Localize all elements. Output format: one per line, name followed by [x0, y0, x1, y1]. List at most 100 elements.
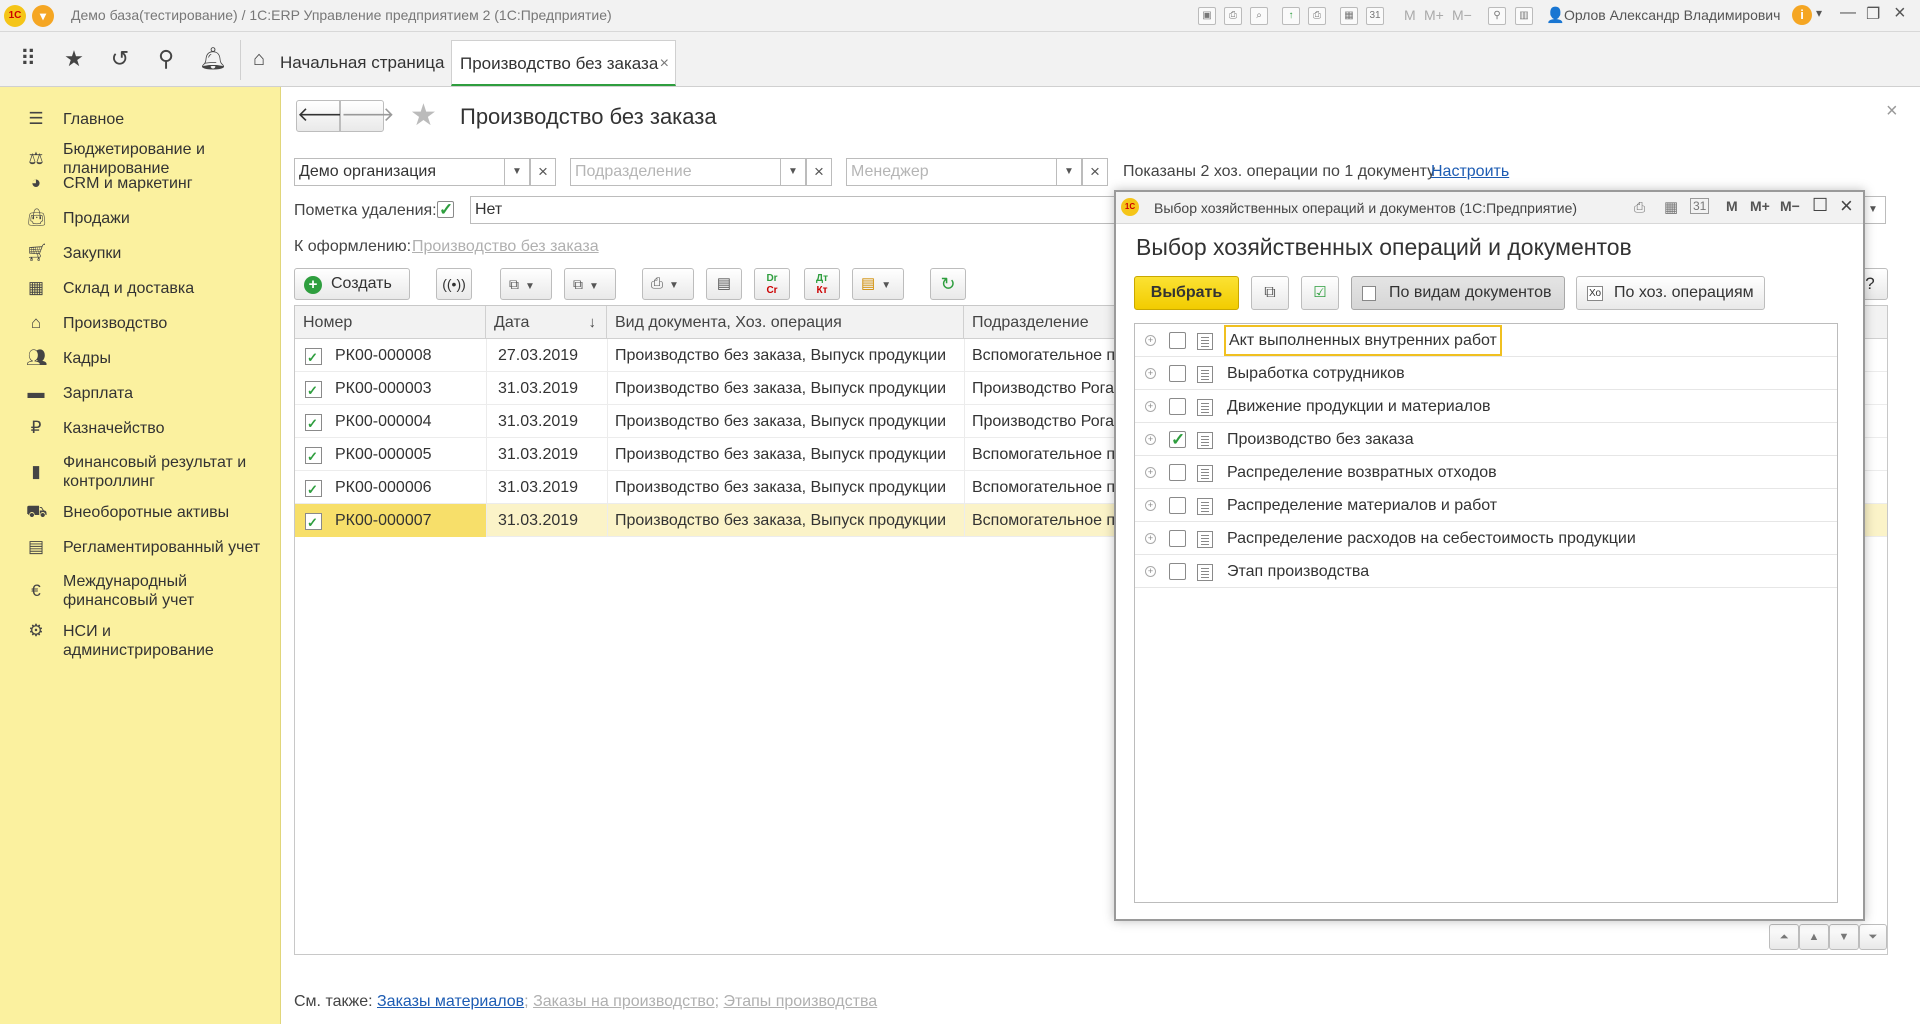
check-all-button[interactable]: ☑ — [1301, 276, 1339, 310]
deletion-mark-field[interactable]: Нет — [470, 196, 1120, 224]
main-menu-dropdown-icon[interactable]: ▾ — [32, 5, 54, 27]
scroll-top-button[interactable]: ⏶ — [1769, 924, 1799, 950]
sidebar-item-6[interactable]: ▦ Склад и доставка — [0, 277, 281, 299]
tree-item-checkbox[interactable] — [1169, 530, 1186, 547]
expand-icon[interactable]: + — [1145, 434, 1156, 445]
link-material-orders[interactable]: Заказы материалов — [377, 993, 524, 1010]
dr-cr-button[interactable]: Dr Cr — [754, 268, 790, 300]
memory-m-button[interactable]: M — [1404, 7, 1416, 23]
tree-item[interactable]: + Распределение расходов на себестоимость… — [1135, 522, 1837, 555]
dialog-memory-minus-button[interactable]: M− — [1780, 198, 1800, 214]
sidebar-item-13[interactable]: ▤ Регламентированный учет — [0, 536, 281, 558]
sidebar-item-4[interactable]: 👜︎ Продажи — [0, 207, 281, 229]
dialog-calculator-icon[interactable]: ▦ — [1664, 198, 1678, 216]
sidebar-item-7[interactable]: ⌂ Производство — [0, 312, 281, 334]
memory-minus-button[interactable]: M− — [1452, 7, 1472, 23]
column-doc-kind-header[interactable]: Вид документа, Хоз. операция — [607, 306, 964, 339]
deletion-mark-checkbox[interactable] — [437, 200, 454, 220]
expand-icon[interactable]: + — [1145, 500, 1156, 511]
tree-item-checkbox[interactable] — [1169, 398, 1186, 415]
manager-clear-icon[interactable]: × — [1082, 158, 1108, 186]
manager-dropdown-icon[interactable]: ▼ — [1056, 158, 1082, 186]
tree-item-checkbox[interactable] — [1169, 365, 1186, 382]
print-docs-icon[interactable]: ⎙ — [1308, 7, 1326, 25]
sidebar-item-15[interactable]: ⚙ НСИ и администрирование — [0, 620, 281, 659]
scroll-down-button[interactable]: ▼ — [1829, 924, 1859, 950]
sidebar-item-3[interactable]: ◕ CRM и маркетинг — [0, 172, 281, 194]
select-button[interactable]: Выбрать — [1134, 276, 1239, 310]
restore-icon[interactable]: ❐ — [1866, 4, 1880, 24]
close-form-icon[interactable]: × — [1886, 100, 1898, 123]
dialog-memory-plus-button[interactable]: M+ — [1750, 198, 1770, 214]
print-button[interactable]: ⎙ ▼ — [642, 268, 694, 300]
link-production-stages[interactable]: Этапы производства — [724, 993, 878, 1010]
back-button[interactable]: 🡐 — [296, 100, 351, 132]
sidebar-item-9[interactable]: ▬ Зарплата — [0, 382, 281, 404]
organization-clear-icon[interactable]: × — [530, 158, 556, 186]
tree-item-checkbox[interactable] — [1169, 464, 1186, 481]
close-tab-icon[interactable]: × — [660, 41, 669, 87]
dialog-memory-m-button[interactable]: M — [1726, 198, 1738, 214]
favorites-star-icon[interactable]: ★ — [61, 46, 87, 72]
home-icon[interactable]: ⌂ — [246, 46, 272, 72]
tree-item[interactable]: + Распределение материалов и работ — [1135, 489, 1837, 522]
tree-item[interactable]: + Акт выполненных внутренних работ — [1135, 324, 1837, 357]
all-functions-grid-icon[interactable]: ⠿ — [15, 46, 41, 72]
department-field[interactable]: Подразделение — [570, 158, 781, 186]
by-doc-types-toggle[interactable]: По видам документов — [1351, 276, 1565, 310]
sidebar-item-1[interactable]: ☰ Главное — [0, 108, 281, 130]
scroll-bottom-button[interactable]: ⏷ — [1859, 924, 1887, 950]
department-clear-icon[interactable]: × — [806, 158, 832, 186]
sidebar-item-14[interactable]: € Международный финансовый учет — [0, 571, 281, 611]
expand-icon[interactable]: + — [1145, 368, 1156, 379]
organization-dropdown-icon[interactable]: ▼ — [504, 158, 530, 186]
notifications-bell-icon[interactable]: 🔔︎ — [199, 46, 227, 72]
exchange-button[interactable]: ((•)) — [436, 268, 472, 300]
search-icon[interactable]: ⚲ — [153, 46, 179, 72]
to-process-link[interactable]: Производство без заказа — [412, 238, 599, 256]
print-icon[interactable]: ⎙ — [1224, 7, 1242, 25]
expand-icon[interactable]: + — [1145, 335, 1156, 346]
tree-item-checkbox[interactable] — [1169, 497, 1186, 514]
expand-icon[interactable]: + — [1145, 566, 1156, 577]
sidebar-item-10[interactable]: ₽ Казначейство — [0, 417, 281, 439]
tree-item-checkbox[interactable] — [1169, 332, 1186, 349]
history-icon[interactable]: ↺ — [107, 46, 133, 72]
column-number-header[interactable]: Номер — [295, 306, 486, 339]
expand-icon[interactable]: + — [1145, 401, 1156, 412]
attachments-button[interactable]: ▤ ▼ — [852, 268, 904, 300]
chevron-down-icon[interactable]: ▾ — [1816, 6, 1822, 20]
sidebar-item-11[interactable]: ▮ Финансовый результат и контроллинг — [0, 452, 281, 492]
favorite-star-icon[interactable]: ★ — [410, 98, 437, 133]
document-types-tree[interactable]: + Акт выполненных внутренних работ + Вырабо… — [1134, 323, 1838, 903]
sidebar-item-12[interactable]: ⛟ Внеоборотные активы — [0, 501, 281, 523]
zoom-icon[interactable]: ⚲ — [1488, 7, 1506, 25]
tab-production-without-order[interactable]: Производство без заказа × — [451, 40, 676, 86]
column-date-header[interactable]: Дата ↓ — [486, 306, 607, 339]
forward-button[interactable]: 🡒 — [340, 100, 395, 132]
dialog-close-icon[interactable]: × — [1840, 193, 1853, 219]
scroll-up-button[interactable]: ▲ — [1799, 924, 1829, 950]
memory-plus-button[interactable]: M+ — [1424, 7, 1444, 23]
tree-item-checkbox[interactable] — [1169, 430, 1186, 450]
minimize-icon[interactable]: — — [1840, 4, 1856, 22]
expand-icon[interactable]: + — [1145, 533, 1156, 544]
report-button[interactable]: ▤ — [706, 268, 742, 300]
configure-link[interactable]: Настроить — [1431, 163, 1509, 181]
create-based-on-button[interactable]: ⧉ ▼ — [500, 268, 552, 300]
tree-item[interactable]: + Распределение возвратных отходов — [1135, 456, 1837, 489]
upload-icon[interactable]: ↑ — [1282, 7, 1300, 25]
tree-item-checkbox[interactable] — [1169, 563, 1186, 580]
panels-icon[interactable]: ▥ — [1515, 7, 1533, 25]
tree-item[interactable]: + Движение продукции и материалов — [1135, 390, 1837, 423]
department-dropdown-icon[interactable]: ▼ — [780, 158, 806, 186]
refresh-button[interactable]: ↻ — [930, 268, 966, 300]
preview-icon[interactable]: ⌕ — [1250, 7, 1268, 25]
tree-item[interactable]: + Производство без заказа — [1135, 423, 1837, 456]
expand-icon[interactable]: + — [1145, 467, 1156, 478]
calendar-icon[interactable]: 31 — [1366, 7, 1384, 25]
tree-item[interactable]: + Этап производства — [1135, 555, 1837, 588]
dt-kt-button[interactable]: Дт Кт — [804, 268, 840, 300]
dialog-calendar-icon[interactable]: 31 — [1690, 198, 1710, 214]
sidebar-item-5[interactable]: 🛒︎ Закупки — [0, 242, 281, 264]
